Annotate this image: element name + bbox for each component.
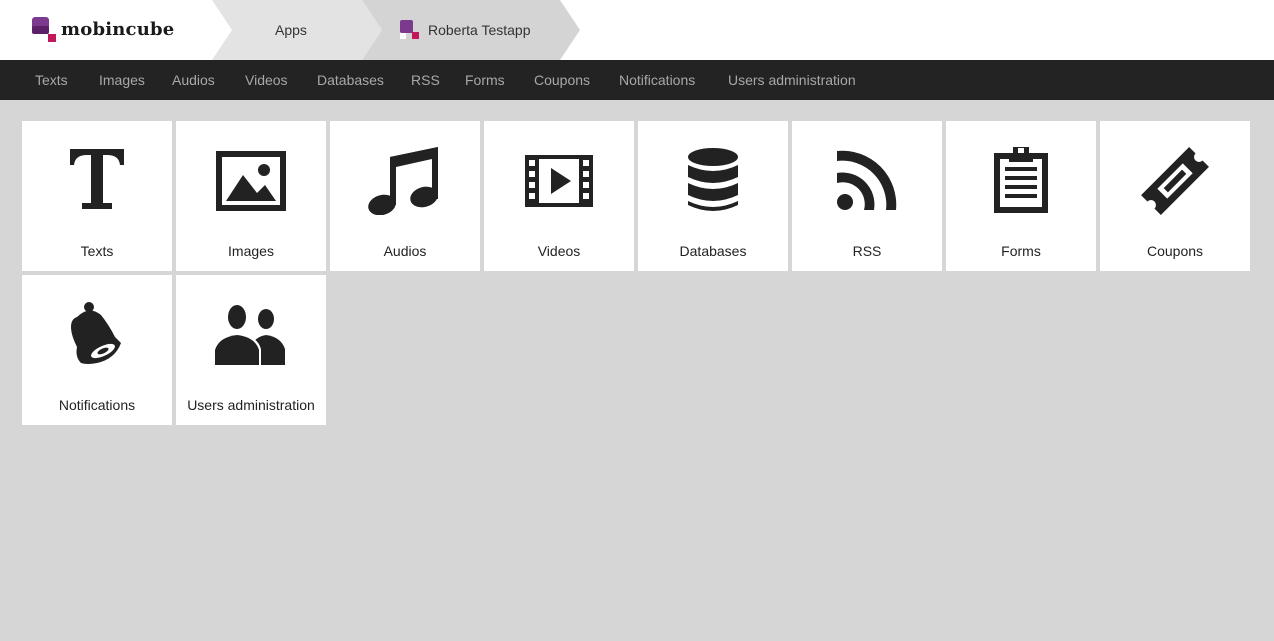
image-icon: [216, 151, 286, 211]
film-icon: [525, 155, 593, 207]
tile-videos[interactable]: Videos: [484, 121, 634, 271]
nav-item-forms[interactable]: Forms: [465, 72, 505, 88]
rss-icon: [837, 150, 897, 210]
tile-label: Texts: [80, 243, 114, 259]
tile-label: RSS: [852, 243, 882, 259]
tile-label: Images: [228, 243, 274, 259]
nav-item-audios[interactable]: Audios: [172, 72, 215, 88]
users-icon: [213, 304, 285, 367]
clipboard-icon: [994, 147, 1048, 213]
tile-users-administration[interactable]: Users administration: [176, 275, 326, 425]
logo-text: mobincube: [61, 19, 175, 40]
music-icon: [368, 147, 438, 215]
breadcrumb: Apps Roberta Testapp: [212, 0, 592, 60]
nav-item-users-administration[interactable]: Users administration: [728, 72, 856, 88]
ticket-icon: [1141, 147, 1209, 215]
nav-item-rss[interactable]: RSS: [411, 72, 440, 88]
tile-label: Coupons: [1146, 243, 1204, 259]
top-header: mobincube Apps Roberta Testapp: [0, 0, 1274, 60]
breadcrumb-apps[interactable]: Apps: [275, 22, 307, 38]
tile-label: Forms: [1001, 243, 1041, 259]
mobincube-logo-mark: [32, 17, 56, 42]
breadcrumb-current-app[interactable]: Roberta Testapp: [428, 22, 530, 38]
text-icon: [70, 149, 124, 209]
tile-forms[interactable]: Forms: [946, 121, 1096, 271]
tile-label: Audios: [383, 243, 427, 259]
tile-label: Notifications: [58, 397, 136, 413]
tile-coupons[interactable]: Coupons: [1100, 121, 1250, 271]
tile-images[interactable]: Images: [176, 121, 326, 271]
tile-texts[interactable]: Texts: [22, 121, 172, 271]
nav-item-coupons[interactable]: Coupons: [534, 72, 590, 88]
nav-item-databases[interactable]: Databases: [317, 72, 384, 88]
app-logo-icon: [400, 20, 419, 39]
nav-item-images[interactable]: Images: [99, 72, 145, 88]
database-icon: [688, 148, 738, 211]
tile-label: Videos: [537, 243, 581, 259]
tile-rss[interactable]: RSS: [792, 121, 942, 271]
tile-label: Databases: [679, 243, 747, 259]
section-navbar: Texts Images Audios Videos Databases RSS…: [0, 60, 1274, 100]
nav-item-videos[interactable]: Videos: [245, 72, 288, 88]
tile-databases[interactable]: Databases: [638, 121, 788, 271]
nav-item-notifications[interactable]: Notifications: [619, 72, 695, 88]
mobincube-logo[interactable]: mobincube: [31, 16, 175, 44]
tile-label: Users administration: [187, 397, 315, 413]
tile-notifications[interactable]: Notifications: [22, 275, 172, 425]
nav-item-texts[interactable]: Texts: [35, 72, 68, 88]
tile-audios[interactable]: Audios: [330, 121, 480, 271]
bell-icon: [71, 302, 121, 364]
